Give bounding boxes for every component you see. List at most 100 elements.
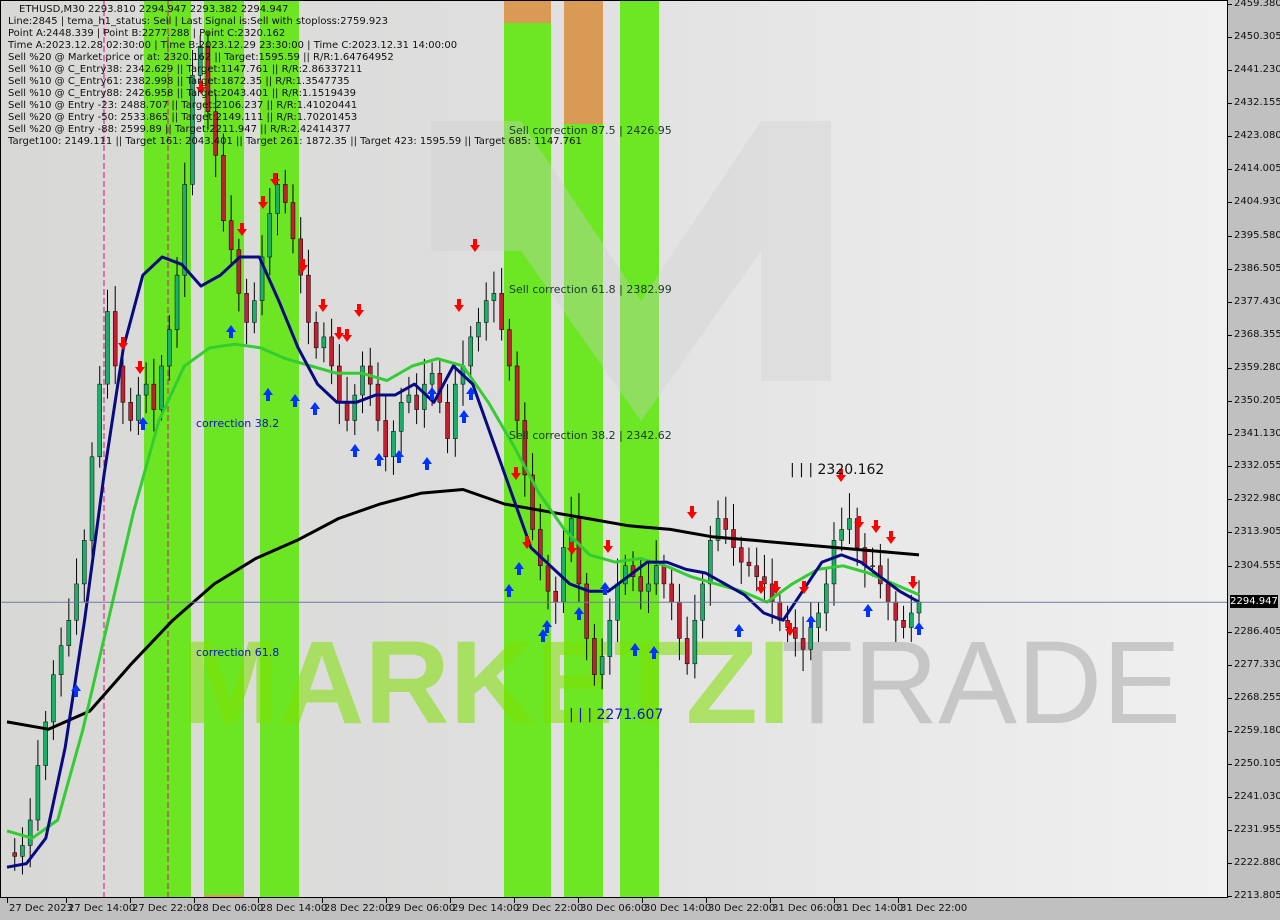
y-tick-label: 2395.580 (1234, 229, 1280, 241)
candle-body (638, 576, 644, 592)
candle-body (383, 420, 388, 458)
y-tick-mark (1228, 797, 1232, 799)
y-tick-label: 2286.405 (1234, 626, 1280, 638)
y-tick-label: 2359.280 (1234, 361, 1280, 373)
candle-body (290, 202, 296, 240)
candle-body (476, 322, 481, 338)
candle-body (20, 845, 25, 857)
y-tick-label: 2277.330 (1234, 659, 1280, 671)
candle-body (321, 336, 327, 349)
candle-body (545, 565, 551, 592)
y-tick-mark (1228, 896, 1232, 897)
candle-body (599, 656, 605, 675)
sell-arrow-icon (135, 361, 145, 374)
x-tick-mark (386, 898, 387, 903)
x-tick-mark (66, 898, 67, 903)
chart-plot-area[interactable]: MARKETZI TRADE ETHUSD,M30 2293.810 2294.9… (0, 0, 1228, 898)
signal-info-line: Sell %20 @ Entry -88: 2599.89 || Target:… (8, 124, 351, 135)
y-tick-label: 2241.030 (1234, 791, 1280, 803)
y-tick-label: 2432.155 (1234, 96, 1280, 108)
sell-arrow-icon (603, 540, 613, 553)
y-tick-label: 2350.205 (1234, 394, 1280, 406)
candle-body (445, 402, 450, 439)
sell-correction-382-label: Sell correction 38.2 | 2342.62 (509, 429, 672, 442)
candle-body (824, 583, 829, 614)
x-tick-label: 28 Dec 06:00 (196, 903, 264, 914)
candle-body (282, 184, 288, 203)
candle-body (677, 601, 682, 639)
y-tick-label: 2459.380 (1234, 0, 1280, 9)
y-tick-mark (1228, 433, 1232, 435)
x-tick-mark (514, 898, 515, 903)
x-tick-label: 27 Dec 14:00 (68, 903, 136, 914)
candle-body (816, 612, 821, 628)
candle-body (228, 220, 234, 250)
buy-arrow-icon (459, 410, 469, 423)
candle-body (391, 431, 396, 458)
watermark-text: MARKETZI (181, 617, 791, 749)
buy-arrow-icon (863, 604, 873, 617)
y-tick-mark (1228, 499, 1232, 501)
signal-info-line: Sell %10 @ C_Entry38: 2342.629 || Target… (8, 64, 363, 75)
y-tick-label: 2268.255 (1234, 692, 1280, 704)
correction-618-label: correction 61.8 (196, 646, 280, 659)
x-tick-mark (770, 898, 771, 903)
y-tick-mark (1228, 532, 1232, 534)
candle-body (89, 456, 95, 541)
y-tick-mark (1228, 168, 1232, 170)
y-tick-label: 2414.005 (1234, 162, 1280, 174)
x-tick-mark (450, 898, 451, 903)
candle-body (847, 518, 852, 530)
y-tick-mark (1228, 367, 1232, 369)
candle-body (514, 365, 520, 421)
current-price-tag: 2294.947 (1230, 595, 1278, 609)
signal-info-line: Sell %20 @ Market price or at: 2320.162 … (8, 52, 394, 63)
candle-body (406, 394, 412, 403)
candle-body (646, 583, 651, 592)
candle-body (344, 402, 350, 421)
sell-arrow-icon (454, 299, 464, 312)
candle-body (422, 383, 427, 410)
candle-body (252, 300, 257, 323)
y-tick-mark (1228, 566, 1232, 568)
x-tick-mark (706, 898, 707, 903)
candle-body (337, 365, 342, 403)
candle-body (800, 638, 806, 650)
candle-body (244, 293, 249, 323)
candle-body (174, 274, 180, 330)
y-tick-label: 2441.230 (1234, 63, 1280, 75)
sell-arrow-icon (886, 531, 896, 544)
x-tick-mark (194, 898, 195, 903)
y-tick-mark (1228, 268, 1232, 270)
candle-body (182, 184, 188, 276)
sell-arrow-icon (318, 299, 328, 312)
candle-body (723, 518, 729, 530)
x-tick-mark (7, 898, 8, 903)
candle-body (607, 619, 613, 657)
correction-382-label: correction 38.2 (196, 417, 280, 430)
y-tick-label: 2423.080 (1234, 129, 1280, 141)
sell-arrow-icon (342, 329, 352, 342)
candle-body (27, 819, 33, 846)
y-tick-label: 2222.880 (1234, 857, 1280, 869)
x-tick-label: 27 Dec 2023 (9, 903, 73, 914)
x-tick-mark (898, 898, 899, 903)
candle-body (483, 300, 489, 323)
y-tick-mark (1228, 665, 1232, 667)
y-tick-mark (1228, 764, 1232, 766)
candle-body (762, 576, 767, 585)
candle-body (329, 336, 334, 367)
sell-correction-875-label: Sell correction 87.5 | 2426.95 (509, 124, 672, 137)
x-tick-mark (258, 898, 259, 903)
price-axis[interactable]: 2459.380 2450.305 2441.230 2432.155 2423.080… (1228, 0, 1280, 901)
candle-body (870, 565, 875, 568)
buy-arrow-icon (374, 453, 384, 466)
y-tick-mark (1228, 466, 1232, 468)
candle-body (453, 383, 458, 439)
candle-body (151, 383, 157, 410)
y-tick-mark (1228, 830, 1232, 832)
point-b-label: | | | 2271.607 (569, 707, 664, 723)
zone-orange-cap (504, 1, 551, 23)
signal-info-line: Sell %20 @ Entry -50: 2533.865 || Target… (8, 112, 358, 123)
y-tick-mark (1228, 863, 1232, 865)
